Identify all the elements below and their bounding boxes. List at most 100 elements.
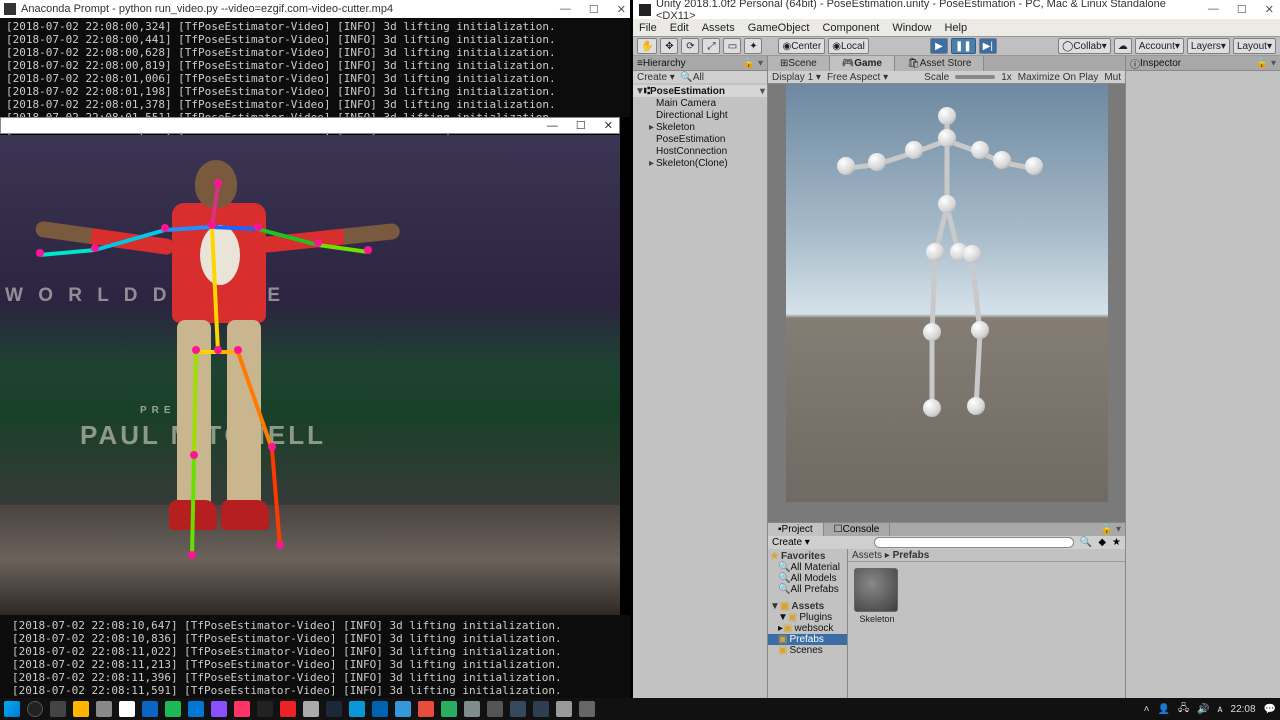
create-dropdown[interactable]: Create ▾ — [637, 72, 675, 83]
panel-lock-icon[interactable]: 🔒 — [1256, 58, 1268, 69]
pause-button[interactable]: ❚❚ — [951, 38, 976, 54]
aspect-dropdown[interactable]: Free Aspect ▾ — [827, 72, 888, 83]
play-button[interactable]: ▶ — [930, 38, 948, 54]
asset-folder[interactable]: ▼▣Plugins — [768, 612, 847, 623]
tray-lang-icon[interactable]: ᴀ — [1218, 704, 1223, 715]
hierarchy-item[interactable]: Directional Light — [633, 109, 767, 121]
search-filter-icon[interactable]: 🔍 — [1080, 537, 1092, 548]
tab-scene[interactable]: ⊞ Scene — [768, 56, 830, 71]
panel-menu-icon[interactable]: ▾ — [758, 58, 763, 69]
filter-type-icon[interactable]: ◆ — [1098, 537, 1106, 548]
scale-slider[interactable] — [955, 75, 995, 79]
maximize-toggle[interactable]: Maximize On Play — [1018, 72, 1099, 83]
transform-tool-icon[interactable]: ✦ — [744, 38, 762, 54]
collab-button[interactable]: ◯ Collab ▾ — [1058, 38, 1111, 54]
breadcrumb[interactable]: Assets ▸ Prefabs — [848, 549, 1125, 562]
hierarchy-item[interactable]: Main Camera — [633, 97, 767, 109]
move-tool-icon[interactable]: ✥ — [660, 38, 678, 54]
step-button[interactable]: ▶| — [979, 38, 997, 54]
taskbar-app[interactable] — [418, 701, 434, 717]
tray-up-icon[interactable]: ˄ — [1144, 704, 1150, 715]
center-tabs[interactable]: ⊞ Scene 🎮 Game 🛍 Asset Store — [768, 56, 1125, 71]
tab-console[interactable]: ☐ Console — [824, 523, 891, 536]
taskbar-app[interactable] — [395, 701, 411, 717]
unity-menubar[interactable]: FileEditAssetsGameObjectComponentWindowH… — [633, 19, 1280, 36]
layers-button[interactable]: Layers ▾ — [1187, 38, 1230, 54]
minimize-icon[interactable]: — — [547, 120, 558, 132]
project-create-dropdown[interactable]: Create ▾ — [772, 537, 810, 548]
project-search[interactable] — [874, 537, 1074, 548]
filter-label-icon[interactable]: ★ — [1112, 537, 1121, 548]
taskbar-app[interactable] — [303, 701, 319, 717]
prefab-asset[interactable]: Skeleton — [854, 568, 900, 624]
taskbar-app[interactable] — [165, 701, 181, 717]
game-toolbar[interactable]: Display 1 ▾ Free Aspect ▾ Scale 1x Maxim… — [768, 71, 1125, 84]
hierarchy-item[interactable]: PoseEstimation — [633, 133, 767, 145]
rect-tool-icon[interactable]: ▭ — [723, 38, 741, 54]
taskbar-app[interactable] — [372, 701, 388, 717]
menu-component[interactable]: Component — [822, 22, 879, 34]
taskbar-app[interactable] — [579, 701, 595, 717]
pivot-local-button[interactable]: ◉ Local — [828, 38, 869, 54]
hierarchy-search[interactable]: 🔍All — [680, 72, 704, 83]
scene-row[interactable]: PoseEstimation — [650, 86, 725, 97]
taskbar-app[interactable] — [464, 701, 480, 717]
tray-network-icon[interactable]: 🖧 — [1178, 701, 1189, 718]
taskbar-app[interactable] — [211, 701, 227, 717]
panel-lock-icon[interactable]: 🔒 — [1101, 524, 1113, 535]
hierarchy-item[interactable]: ▸Skeleton(Clone) — [633, 157, 767, 169]
pivot-center-button[interactable]: ◉ Center — [778, 38, 825, 54]
taskbar-app[interactable] — [96, 701, 112, 717]
task-view-icon[interactable] — [50, 701, 66, 717]
minimize-icon[interactable]: — — [560, 3, 571, 16]
hand-tool-icon[interactable]: ✋ — [637, 38, 657, 54]
maximize-icon[interactable]: ☐ — [1237, 3, 1247, 16]
menu-file[interactable]: File — [639, 22, 657, 34]
display-dropdown[interactable]: Display 1 ▾ — [772, 72, 821, 83]
taskbar-app[interactable] — [556, 701, 572, 717]
unity-toolbar[interactable]: ✋ ✥ ⟳ ⤢ ▭ ✦ ◉ Center ◉ Local ▶ ❚❚ ▶| ◯ C… — [633, 36, 1280, 56]
panel-menu-icon[interactable]: ▾ — [1116, 524, 1121, 535]
tab-project[interactable]: ▪ Project — [768, 523, 824, 536]
windows-taskbar[interactable]: ˄ 👤 🖧 🔊 ᴀ 22:08 💬 — [0, 698, 1280, 720]
taskbar-app[interactable] — [142, 701, 158, 717]
project-tree[interactable]: ★Favorites 🔍All Material🔍All Models🔍All … — [768, 549, 848, 706]
inspector-tab[interactable]: ⓘ Inspector🔒▾ — [1126, 56, 1280, 71]
taskbar-app[interactable] — [441, 701, 457, 717]
rotate-tool-icon[interactable]: ⟳ — [681, 38, 699, 54]
taskbar-app[interactable] — [119, 701, 135, 717]
cloud-icon[interactable]: ☁ — [1114, 38, 1132, 54]
taskbar-app[interactable] — [326, 701, 342, 717]
close-icon[interactable]: ✕ — [1265, 3, 1274, 16]
hierarchy-tree[interactable]: ▼⑆ PoseEstimation▾ Main CameraDirectiona… — [633, 83, 767, 171]
unity-titlebar[interactable]: Unity 2018.1.0f2 Personal (64bit) - Pose… — [633, 0, 1280, 19]
tray-notif-icon[interactable]: 💬 — [1264, 704, 1276, 715]
panel-menu-icon[interactable]: ▾ — [1271, 58, 1276, 69]
taskbar-app[interactable] — [510, 701, 526, 717]
maximize-icon[interactable]: ☐ — [576, 119, 586, 132]
taskbar-app[interactable] — [280, 701, 296, 717]
scale-tool-icon[interactable]: ⤢ — [702, 38, 720, 54]
hierarchy-item[interactable]: HostConnection — [633, 145, 767, 157]
taskbar-app[interactable] — [349, 701, 365, 717]
tray-volume-icon[interactable]: 🔊 — [1197, 704, 1209, 715]
tray-user-icon[interactable]: 👤 — [1157, 704, 1169, 715]
tab-asset-store[interactable]: 🛍 Asset Store — [895, 56, 984, 71]
menu-window[interactable]: Window — [892, 22, 931, 34]
console-titlebar[interactable]: Anaconda Prompt - python run_video.py --… — [0, 0, 630, 18]
taskbar-app[interactable] — [73, 701, 89, 717]
asset-folder[interactable]: ▣Prefabs — [768, 634, 847, 645]
video-window-titlebar[interactable]: — ☐ ✕ — [0, 117, 620, 134]
mute-toggle[interactable]: Mut — [1104, 72, 1121, 83]
tray-clock[interactable]: 22:08 — [1231, 704, 1256, 715]
account-button[interactable]: Account ▾ — [1135, 38, 1184, 54]
favorite-item[interactable]: 🔍All Material — [768, 562, 847, 573]
cortana-icon[interactable] — [27, 701, 43, 717]
taskbar-app[interactable] — [234, 701, 250, 717]
favorite-item[interactable]: 🔍All Models — [768, 573, 847, 584]
taskbar-app[interactable] — [257, 701, 273, 717]
menu-help[interactable]: Help — [944, 22, 967, 34]
menu-assets[interactable]: Assets — [702, 22, 735, 34]
maximize-icon[interactable]: ☐ — [589, 3, 599, 16]
close-icon[interactable]: ✕ — [604, 119, 613, 132]
